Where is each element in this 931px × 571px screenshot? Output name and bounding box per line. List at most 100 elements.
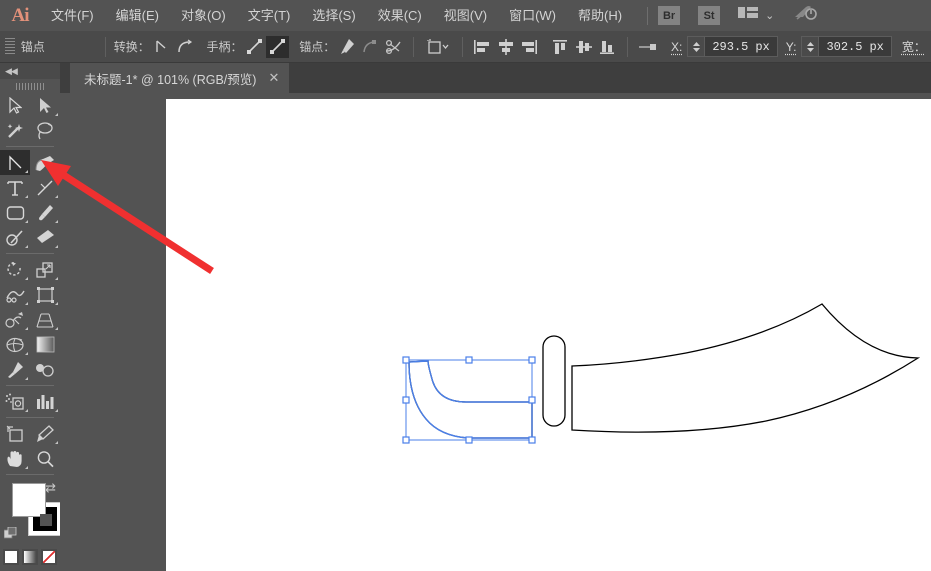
control-panel-label: 锚点 [21, 38, 97, 55]
convert-label: 转换： [114, 38, 150, 55]
menu-help[interactable]: 帮助(H) [567, 0, 633, 31]
scale-tool[interactable] [30, 257, 60, 282]
align-bottom-button[interactable] [595, 36, 618, 58]
x-coordinate-field[interactable]: 293.5 px [687, 36, 777, 57]
pen-tool[interactable] [0, 150, 30, 175]
convert-to-corner-button[interactable] [150, 36, 173, 58]
blend-tool[interactable] [30, 357, 60, 382]
bridge-icon[interactable]: Br [658, 6, 680, 25]
x-stepper[interactable] [688, 37, 705, 56]
menu-object[interactable]: 对象(O) [170, 0, 237, 31]
menu-window[interactable]: 窗口(W) [498, 0, 567, 31]
remove-anchor-button[interactable] [359, 36, 382, 58]
shaper-tool[interactable] [0, 225, 30, 250]
align-center-v-button[interactable] [572, 36, 595, 58]
close-icon[interactable]: ✕ [268, 70, 279, 86]
selection-overlay[interactable] [166, 99, 931, 571]
zoom-tool[interactable] [30, 446, 60, 471]
line-segment-tool[interactable] [30, 175, 60, 200]
mesh-tool[interactable] [0, 332, 30, 357]
rocket-power-icon[interactable] [794, 4, 818, 27]
tool-flyout-indicator [25, 195, 28, 198]
gradient-swatch-button[interactable] [22, 549, 38, 565]
paintbrush-tool[interactable] [30, 200, 60, 225]
slice-tool[interactable] [30, 421, 60, 446]
align-top-button[interactable] [549, 36, 572, 58]
fill-swatch[interactable] [12, 483, 46, 517]
eraser-tool[interactable] [30, 225, 60, 250]
hand-tool[interactable] [0, 446, 30, 471]
tool-flyout-indicator [25, 277, 28, 280]
anchor-pen-icon[interactable] [335, 36, 358, 58]
tool-divider [0, 382, 60, 389]
hide-handles-button[interactable] [266, 36, 289, 58]
menu-effect[interactable]: 效果(C) [367, 0, 433, 31]
y-stepper[interactable] [802, 37, 819, 56]
show-handles-button[interactable] [243, 36, 266, 58]
tool-flyout-indicator [25, 245, 28, 248]
tool-divider [0, 143, 60, 150]
lasso-tool[interactable] [30, 118, 60, 143]
tool-panel-grip[interactable] [0, 79, 60, 93]
tool-panel: ◀◀ [0, 63, 60, 571]
anchor-label: 锚点： [299, 38, 335, 55]
app-logo: Ai [0, 5, 40, 27]
align-right-button[interactable] [517, 36, 540, 58]
rotate-tool[interactable] [0, 257, 30, 282]
tool-flyout-indicator [25, 302, 28, 305]
tool-divider [0, 250, 60, 257]
column-graph-tool[interactable] [30, 389, 60, 414]
align-center-h-button[interactable] [494, 36, 517, 58]
stock-icon[interactable]: St [698, 6, 720, 25]
cut-path-button[interactable] [382, 36, 405, 58]
menu-file[interactable]: 文件(F) [40, 0, 105, 31]
workspace-switcher[interactable]: ⌄ [738, 6, 774, 25]
selection-path-preview [409, 361, 532, 438]
artboard-tool[interactable] [0, 421, 30, 446]
divider [413, 37, 414, 57]
tool-flyout-indicator [55, 302, 58, 305]
control-bar-grip[interactable] [5, 38, 15, 56]
color-swatch-button[interactable] [3, 549, 19, 565]
gradient-tool[interactable] [30, 332, 60, 357]
menu-bar: Ai 文件(F) 编辑(E) 对象(O) 文字(T) 选择(S) 效果(C) 视… [0, 0, 931, 31]
free-transform-tool[interactable] [30, 282, 60, 307]
default-fill-stroke-icon[interactable] [4, 527, 17, 540]
workspace-layout-icon [738, 6, 758, 25]
y-coordinate-label: Y: [786, 40, 797, 54]
rectangle-tool[interactable] [0, 200, 30, 225]
menu-type[interactable]: 文字(T) [237, 0, 302, 31]
y-coordinate-field[interactable]: 302.5 px [801, 36, 891, 57]
perspective-grid-tool[interactable] [30, 307, 60, 332]
swap-fill-stroke-icon[interactable]: ⇄ [45, 480, 56, 496]
menu-view[interactable]: 视图(V) [433, 0, 498, 31]
none-swatch-button[interactable] [41, 549, 57, 565]
tool-flyout-indicator [25, 220, 28, 223]
document-tab-title: 未标题-1* @ 101% (RGB/预览) [84, 69, 256, 88]
direct-selection-tool[interactable] [30, 93, 60, 118]
tool-flyout-indicator [25, 327, 28, 330]
menu-select[interactable]: 选择(S) [301, 0, 366, 31]
control-bar: 锚点 转换： 手柄： [0, 31, 931, 63]
width-tool[interactable] [0, 282, 30, 307]
selection-tool[interactable] [0, 93, 30, 118]
x-coordinate-label: X: [671, 40, 682, 54]
selection-bounding-box[interactable] [406, 360, 532, 440]
menu-edit[interactable]: 编辑(E) [105, 0, 170, 31]
eyedropper-tool[interactable] [0, 357, 30, 382]
convert-to-smooth-button[interactable] [173, 36, 196, 58]
align-left-button[interactable] [471, 36, 494, 58]
type-tool[interactable] [0, 175, 30, 200]
collapse-panel-icon[interactable]: ◀◀ [5, 66, 17, 77]
selection-handles[interactable] [403, 357, 535, 443]
isolate-object-button[interactable] [422, 36, 453, 58]
artboard[interactable] [166, 99, 931, 571]
shape-builder-tool[interactable] [0, 307, 30, 332]
tool-flyout-indicator [55, 220, 58, 223]
tool-panel-header[interactable]: ◀◀ [0, 63, 60, 79]
document-tab[interactable]: 未标题-1* @ 101% (RGB/预览) ✕ [70, 63, 289, 93]
symbol-sprayer-tool[interactable] [0, 389, 30, 414]
magic-wand-tool[interactable] [0, 118, 30, 143]
tool-flyout-indicator [25, 466, 28, 469]
curvature-tool[interactable] [30, 150, 60, 175]
